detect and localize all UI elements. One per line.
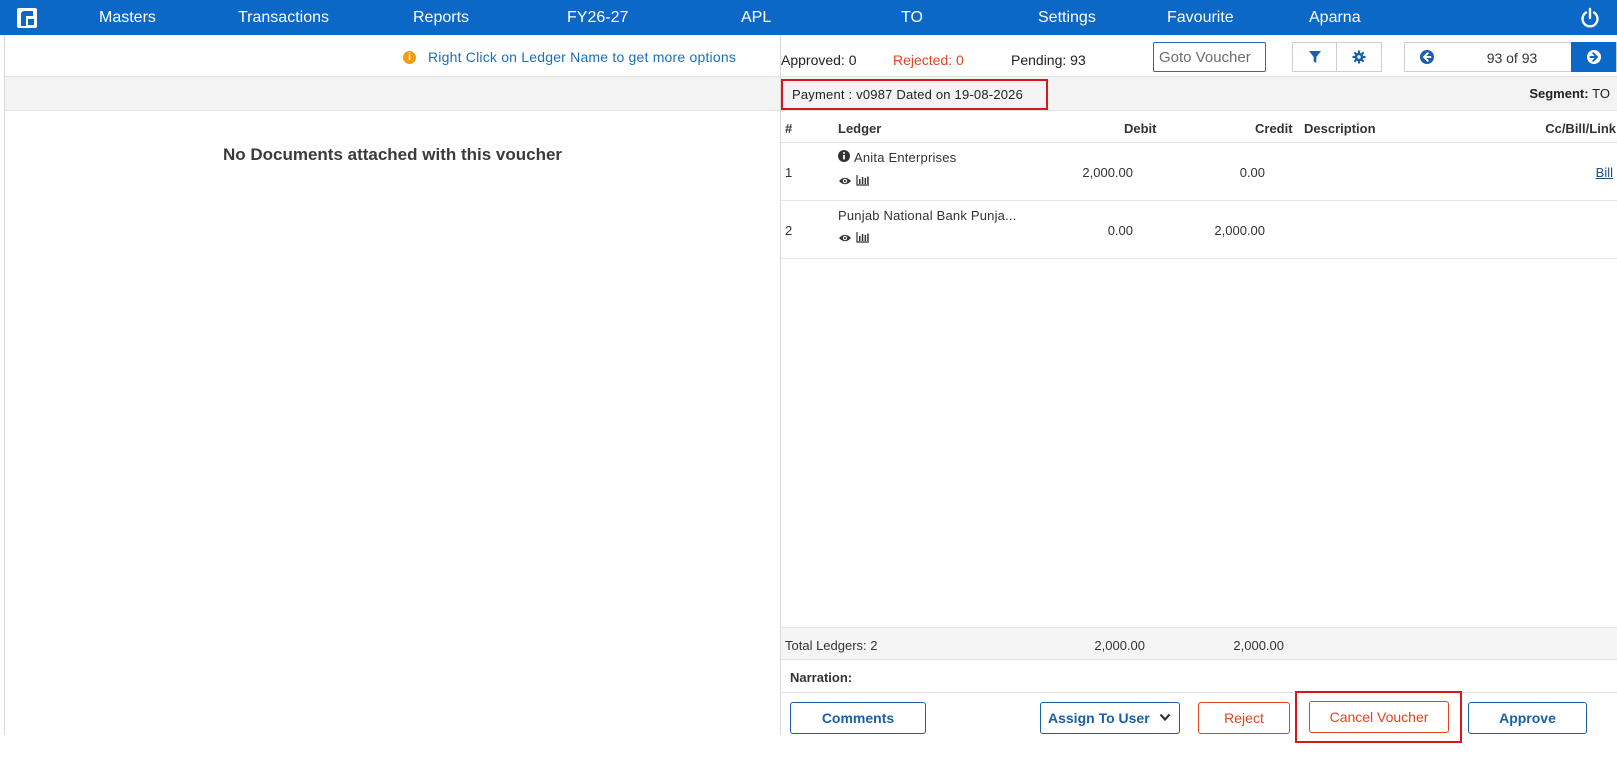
col-cc-bill-link: Cc/Bill/Link [1545,121,1616,136]
nav-reports[interactable]: Reports [413,0,469,35]
approve-button[interactable]: Approve [1468,702,1587,734]
credit-amount: 0.00 [1239,165,1265,180]
total-debit: 2,000.00 [1094,638,1145,653]
table-row: 1 Anita Enterprises 2,000.00 0.00 Bill [781,143,1617,201]
goto-voucher-input[interactable] [1153,42,1266,72]
voucher-info-row: Payment : v0987 Dated on 19-08-2026 Segm… [781,77,1617,111]
col-ledger: Ledger [838,121,882,136]
ledger-table-header: # Ledger Debit Credit Description Cc/Bil… [781,111,1617,143]
segment-display: Segment: TO [1529,86,1610,101]
col-credit: Credit [1255,121,1293,136]
bill-link[interactable]: Bill [1596,165,1613,180]
chevron-down-icon [1159,713,1171,722]
row-number: 2 [785,223,793,238]
filter-icon [1309,51,1321,63]
info-circle-icon[interactable] [838,150,850,162]
approved-count: Approved: 0 [781,52,857,68]
col-number: # [785,121,793,136]
pending-count: Pending: 93 [1011,52,1086,68]
ledger-name[interactable]: Anita Enterprises [854,150,956,165]
power-icon[interactable] [1579,7,1601,29]
documents-header-band [5,77,780,111]
voucher-panel: Approved: 0 Rejected: 0 Pending: 93 Goto… [781,35,1617,766]
info-icon: i [403,51,416,64]
top-nav-bar: Masters Transactions Reports FY26-27 APL… [0,0,1617,35]
voucher-title: Payment : v0987 Dated on 19-08-2026 [781,79,1048,110]
nav-settings[interactable]: Settings [1038,0,1096,35]
table-row: 2 Punjab National Bank Punja... 0.00 2,0… [781,201,1617,259]
row-number: 1 [785,165,793,180]
voucher-pager: 93 of 93 [1404,42,1617,72]
ledger-hint-text: Right Click on Ledger Name to get more o… [428,49,737,65]
arrow-right-circle-icon [1587,50,1601,64]
settings-button[interactable] [1336,42,1382,72]
documents-panel: i Right Click on Ledger Name to get more… [4,35,781,735]
nav-transactions[interactable]: Transactions [238,0,329,35]
eye-icon[interactable] [838,233,852,243]
nav-favourite[interactable]: Favourite [1167,0,1234,35]
total-credit: 2,000.00 [1233,638,1284,653]
col-description: Description [1304,121,1376,136]
bar-chart-icon[interactable] [856,232,870,243]
nav-segment[interactable]: TO [901,0,923,35]
eye-icon[interactable] [838,176,852,186]
cancel-voucher-button[interactable]: Cancel Voucher [1309,701,1449,733]
col-debit: Debit [1124,121,1157,136]
next-voucher-button[interactable] [1571,42,1616,72]
filter-button[interactable] [1292,42,1338,72]
debit-amount: 2,000.00 [1082,165,1133,180]
status-toolbar: Approved: 0 Rejected: 0 Pending: 93 Goto… [781,35,1617,77]
totals-row: Total Ledgers: 2 2,000.00 2,000.00 [781,627,1617,660]
no-documents-message: No Documents attached with this voucher [222,145,563,164]
app-logo-icon[interactable] [15,6,39,30]
nav-user-menu[interactable]: Aparna [1309,0,1361,35]
total-ledgers: Total Ledgers: 2 [785,638,878,653]
arrow-left-circle-icon [1420,50,1434,64]
narration-row: Narration: [781,660,1617,693]
hint-row: i Right Click on Ledger Name to get more… [5,35,780,77]
narration-label: Narration: [790,670,853,685]
credit-amount: 2,000.00 [1214,223,1265,238]
segment-value: TO [1592,86,1610,101]
debit-amount: 0.00 [1107,223,1133,238]
left-panel-bottom [0,735,165,766]
reject-button[interactable]: Reject [1198,702,1290,734]
assign-to-user-label: Assign To User [1048,710,1150,726]
comments-button[interactable]: Comments [790,702,926,734]
bar-chart-icon[interactable] [856,175,870,186]
nav-company[interactable]: APL [741,0,771,35]
previous-voucher-button[interactable] [1405,43,1450,71]
assign-to-user-dropdown[interactable]: Assign To User [1040,702,1180,734]
ledger-name[interactable]: Punjab National Bank Punja... [838,208,1017,223]
rejected-count: Rejected: 0 [893,52,964,68]
nav-masters[interactable]: Masters [99,0,156,35]
gear-icon [1352,50,1366,64]
nav-financial-year[interactable]: FY26-27 [567,0,628,35]
page-indicator: 93 of 93 [1486,50,1538,66]
segment-label: Segment: [1529,86,1589,101]
